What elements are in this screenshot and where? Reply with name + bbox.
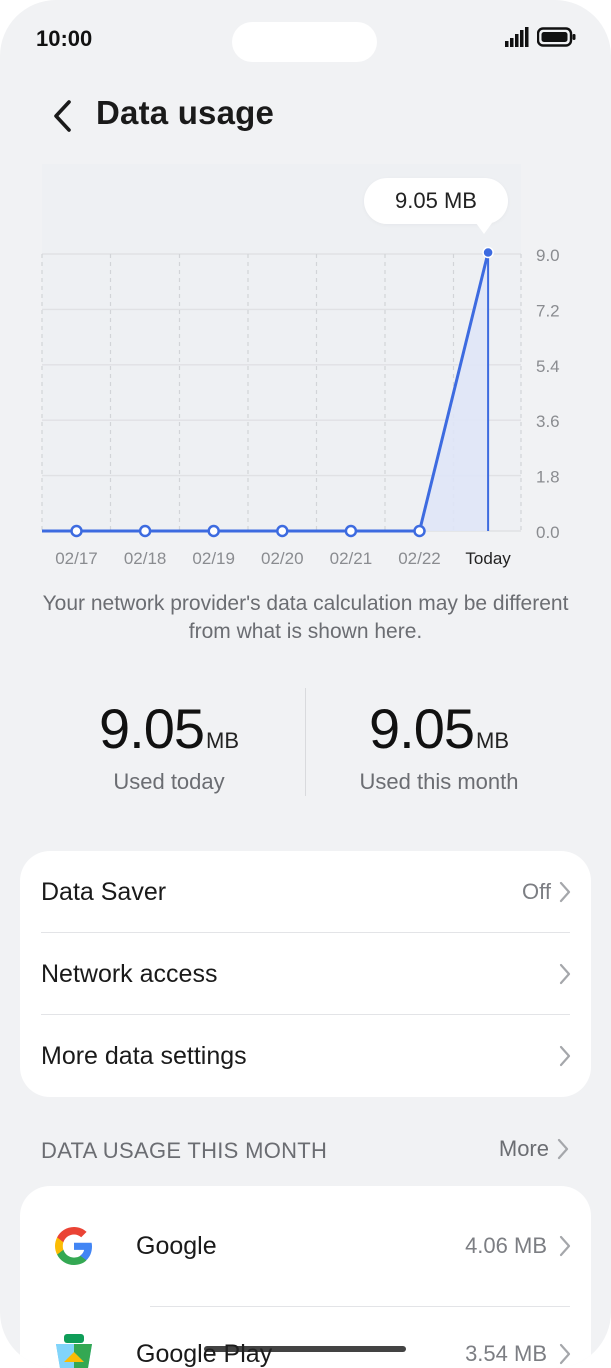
app-name: Google — [136, 1231, 217, 1260]
used-today-unit: MB — [206, 728, 239, 753]
data-saver-row[interactable]: Data Saver Off — [20, 851, 591, 933]
used-today-stat: 9.05MB Used today — [36, 696, 302, 795]
status-time: 10:00 — [36, 26, 93, 51]
x-tick-label: 02/18 — [124, 549, 167, 568]
network-access-label: Network access — [41, 959, 218, 988]
back-button[interactable] — [40, 94, 84, 138]
x-tick-label: Today — [465, 549, 511, 568]
data-point — [344, 524, 358, 538]
data-point — [207, 524, 220, 538]
more-link[interactable]: More — [499, 1136, 569, 1162]
data-point — [70, 524, 83, 538]
y-tick-label: 0.0 — [536, 523, 560, 542]
network-access-row[interactable]: Network access — [20, 933, 591, 1015]
data-point — [276, 524, 289, 538]
chevron-right-icon — [557, 1138, 569, 1160]
app-row-google[interactable]: Google 4.06 MB — [20, 1186, 591, 1306]
chevron-right-icon — [559, 1235, 571, 1257]
app-data-size: 3.54 MB — [465, 1341, 547, 1366]
x-tick-label: 02/20 — [261, 549, 304, 568]
chevron-right-icon — [559, 1343, 571, 1365]
data-point — [138, 524, 152, 538]
status-icons — [505, 27, 577, 47]
section-title: DATA USAGE THIS MONTH — [41, 1138, 328, 1163]
used-today-value-row: 9.05MB — [36, 696, 302, 761]
more-data-settings-row[interactable]: More data settings — [20, 1015, 591, 1097]
google-play-icon — [56, 1334, 92, 1368]
used-month-value: 9.05 — [369, 697, 475, 760]
x-tick-label: 02/22 — [398, 549, 441, 568]
google-icon — [55, 1227, 92, 1265]
more-data-settings-label: More data settings — [41, 1041, 247, 1070]
y-tick-label: 5.4 — [536, 357, 560, 376]
phone-screen: 10:00 Data usage 9.0 7.2 5.4 3.6 1.8 0.0 02/17… — [0, 0, 611, 1368]
data-point — [413, 524, 426, 538]
settings-card: Data Saver Off Network access More data … — [20, 851, 591, 1097]
chevron-right-icon — [559, 881, 571, 903]
used-today-label: Used today — [113, 769, 225, 794]
used-month-stat: 9.05MB Used this month — [306, 696, 572, 795]
page-title: Data usage — [96, 94, 275, 131]
x-tick-label: 02/21 — [330, 549, 373, 568]
x-tick-label: 02/17 — [55, 549, 98, 568]
chevron-right-icon — [559, 963, 571, 985]
y-tick-label: 7.2 — [536, 301, 560, 320]
battery-icon — [537, 27, 576, 47]
chart-tooltip: 9.05 MB — [364, 178, 508, 234]
chevron-right-icon — [559, 1045, 571, 1067]
more-link-label: More — [498, 1136, 549, 1161]
camera-notch — [232, 22, 377, 62]
app-row-google-play[interactable]: Google Play 3.54 MB — [20, 1294, 591, 1368]
used-month-unit: MB — [476, 728, 509, 753]
y-tick-label: 1.8 — [536, 468, 560, 487]
chevron-left-icon — [54, 100, 71, 132]
home-indicator[interactable] — [204, 1346, 406, 1352]
used-month-label: Used this month — [359, 769, 519, 794]
y-tick-label: 3.6 — [536, 412, 560, 431]
used-today-value: 9.05 — [99, 697, 205, 760]
used-month-value-row: 9.05MB — [306, 696, 572, 761]
signal-icon — [505, 27, 529, 47]
x-tick-label: 02/19 — [192, 549, 235, 568]
provider-disclaimer: Your network provider's data calculation… — [42, 592, 569, 643]
data-saver-label: Data Saver — [41, 877, 167, 906]
apps-usage-card: Google 4.06 MB Google Play 3.54 MB — [20, 1186, 591, 1368]
data-point — [482, 246, 494, 259]
data-usage-chart: 9.0 7.2 5.4 3.6 1.8 0.0 02/17 02/18 02/19 02/20 02… — [0, 160, 611, 580]
data-saver-value: Off — [522, 879, 551, 904]
app-name: Google Play — [136, 1339, 273, 1368]
y-tick-label: 9.0 — [536, 246, 560, 265]
chart-svg: 9.0 7.2 5.4 3.6 1.8 0.0 02/17 02/18 02/19 02/20 02… — [41, 164, 560, 568]
app-data-size: 4.06 MB — [465, 1233, 547, 1258]
